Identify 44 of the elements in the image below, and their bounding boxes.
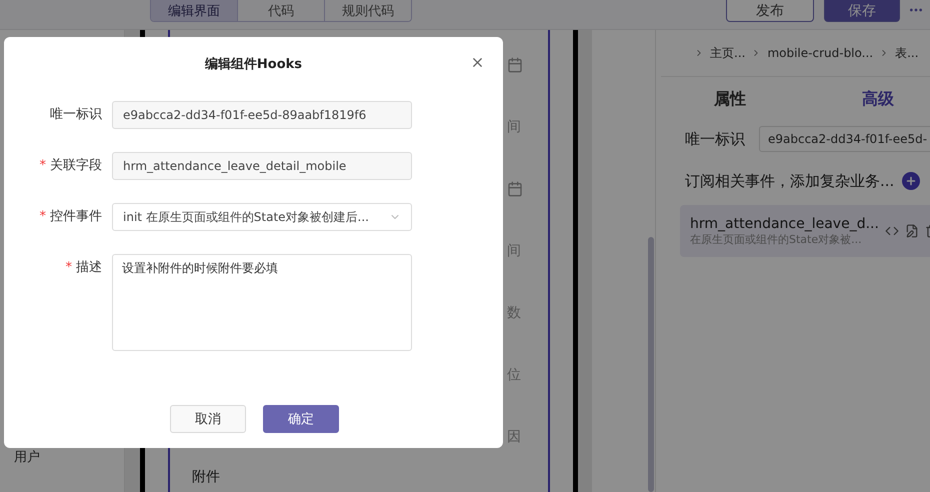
panel-tab[interactable]: 属性: [656, 88, 804, 110]
field-label: 间: [507, 118, 521, 136]
code-icon[interactable]: [884, 224, 899, 238]
hook-name: hrm_attendance_leave_d...: [690, 216, 879, 232]
panel-tab[interactable]: 高级: [804, 88, 930, 110]
required-mark: *: [66, 260, 72, 275]
calendar-icon: [507, 57, 523, 73]
required-mark: *: [40, 209, 46, 224]
events-hint: 订阅相关事件，添加复杂业务...: [685, 172, 894, 190]
close-button[interactable]: [470, 55, 485, 70]
hook-card[interactable]: hrm_attendance_leave_d... 在原生页面或组件的State对象被...: [680, 205, 930, 257]
input-field[interactable]: e9abcca2-dd34-f01f-ee5d-89aabf1819f6: [112, 101, 412, 129]
field-label: * 描述: [64, 259, 102, 277]
add-button[interactable]: [902, 172, 920, 190]
select-field[interactable]: init 在原生页面或组件的State对象被创建后...: [112, 203, 412, 231]
view-tab[interactable]: 编辑界面: [151, 0, 237, 21]
breadcrumb-link[interactable]: 主页...: [710, 44, 746, 62]
field-label: 唯一标识: [685, 130, 745, 148]
breadcrumb-link[interactable]: mobile-crud-blo...: [767, 46, 874, 60]
field-label: 间: [507, 242, 521, 260]
hook-description: 在原生页面或组件的State对象被...: [690, 232, 863, 246]
field-label: * 关联字段: [38, 157, 102, 175]
field-label: 位: [507, 366, 521, 384]
field-label: 因: [507, 428, 521, 446]
plus-icon: [905, 175, 918, 187]
required-mark: *: [40, 158, 46, 173]
textarea-field[interactable]: 设置补附件的时候附件要必填: [112, 254, 412, 351]
view-tab[interactable]: 规则代码: [324, 0, 411, 21]
confirm-button[interactable]: 确定: [263, 405, 339, 433]
breadcrumb-link[interactable]: 表...: [895, 44, 919, 62]
field-label: 唯一标识: [49, 106, 102, 124]
field-label: 附件: [192, 468, 221, 486]
calendar-icon: [507, 181, 523, 197]
publish-button[interactable]: 发布: [726, 0, 814, 22]
cancel-button[interactable]: 取消: [170, 405, 246, 433]
save-button[interactable]: 保存: [824, 0, 900, 22]
input-field[interactable]: e9abcca2-dd34-f01f-ee5d-: [759, 126, 930, 152]
scrollbar-thumb[interactable]: [648, 237, 654, 492]
sidebar-item[interactable]: 用户: [0, 448, 124, 466]
field-label: 数: [507, 304, 521, 322]
dialog-title: 编辑组件Hooks: [204, 56, 302, 73]
field-label: * 控件事件: [38, 208, 102, 226]
edit-icon[interactable]: [904, 224, 919, 238]
input-field[interactable]: hrm_attendance_leave_detail_mobile: [112, 152, 412, 180]
